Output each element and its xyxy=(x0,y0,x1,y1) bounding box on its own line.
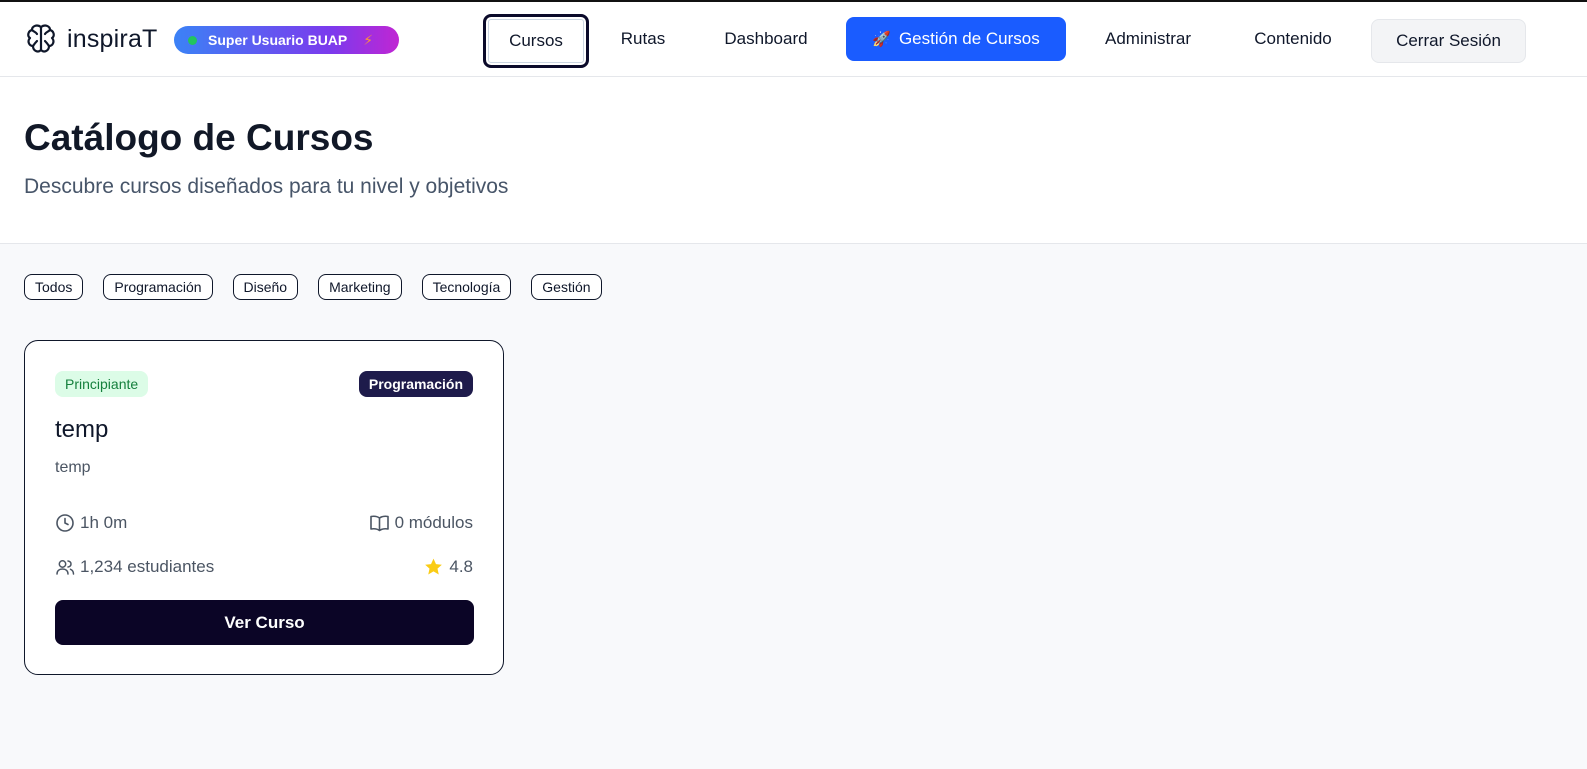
course-modules: 0 módulos xyxy=(369,513,473,533)
nav-contenido-label: Contenido xyxy=(1254,29,1332,48)
page-title: Catálogo de Cursos xyxy=(24,117,374,158)
course-duration-text: 1h 0m xyxy=(80,513,128,532)
nav-administrar-label: Administrar xyxy=(1105,29,1191,48)
super-user-label: Super Usuario BUAP xyxy=(208,32,348,48)
filter-programacion[interactable]: Programación xyxy=(103,274,213,300)
star-icon xyxy=(425,558,443,575)
logout-button[interactable]: Cerrar Sesión xyxy=(1371,19,1526,63)
nav-contenido[interactable]: Contenido xyxy=(1240,17,1346,61)
nav-administrar[interactable]: Administrar xyxy=(1090,17,1206,61)
page-header: Catálogo de Cursos Descubre cursos diseñ… xyxy=(0,77,1587,244)
nav-rutas[interactable]: Rutas xyxy=(610,17,676,61)
filter-gestion[interactable]: Gestión xyxy=(531,274,602,300)
course-title: temp xyxy=(55,416,109,443)
bolt-icon: ⚡︎ xyxy=(363,31,374,48)
view-course-button[interactable]: Ver Curso xyxy=(55,600,474,645)
course-rating: 4.8 xyxy=(423,557,473,577)
page-subtitle: Descubre cursos diseñados para tu nivel … xyxy=(24,175,509,198)
users-icon xyxy=(56,560,75,575)
course-students: 1,234 estudiantes xyxy=(55,557,214,577)
clock-icon xyxy=(56,514,74,532)
book-open-icon xyxy=(369,515,389,532)
nav-dashboard-label: Dashboard xyxy=(724,29,808,48)
filter-tecnologia[interactable]: Tecnología xyxy=(421,274,512,300)
course-modules-text: 0 módulos xyxy=(394,513,473,532)
nav-rutas-label: Rutas xyxy=(620,29,666,48)
brand-name: inspiraT xyxy=(67,24,158,53)
category-filters: Todos Programación Diseño Marketing Tecn… xyxy=(24,274,622,300)
rocket-icon: 🚀 xyxy=(872,31,891,48)
brand-logo[interactable]: inspiraT xyxy=(24,22,158,56)
online-status-dot xyxy=(188,35,197,45)
filter-todos[interactable]: Todos xyxy=(24,274,84,300)
course-rating-text: 4.8 xyxy=(449,557,473,576)
filter-marketing[interactable]: Marketing xyxy=(318,274,402,300)
nav-dashboard[interactable]: Dashboard xyxy=(710,17,822,61)
nav-cursos-label: Cursos xyxy=(509,31,563,50)
nav-gestion-cursos-button[interactable]: 🚀 Gestión de Cursos xyxy=(846,17,1066,61)
category-badge: Programación xyxy=(358,371,473,397)
course-card: Principiante Programación temp temp 1h 0… xyxy=(24,340,504,675)
level-badge: Principiante xyxy=(55,371,149,397)
nav-gestion-label: Gestión de Cursos xyxy=(898,29,1040,48)
filter-diseno[interactable]: Diseño xyxy=(232,274,299,300)
super-user-badge: Super Usuario BUAP ⚡︎ xyxy=(174,26,399,54)
brain-icon xyxy=(27,24,55,53)
course-students-text: 1,234 estudiantes xyxy=(80,557,215,576)
top-navbar: inspiraT Super Usuario BUAP ⚡︎ Cursos Ru… xyxy=(0,2,1587,77)
course-duration: 1h 0m xyxy=(55,513,127,533)
logout-label: Cerrar Sesión xyxy=(1396,31,1501,50)
nav-cursos[interactable]: Cursos xyxy=(483,14,589,68)
course-description: temp xyxy=(55,459,91,476)
